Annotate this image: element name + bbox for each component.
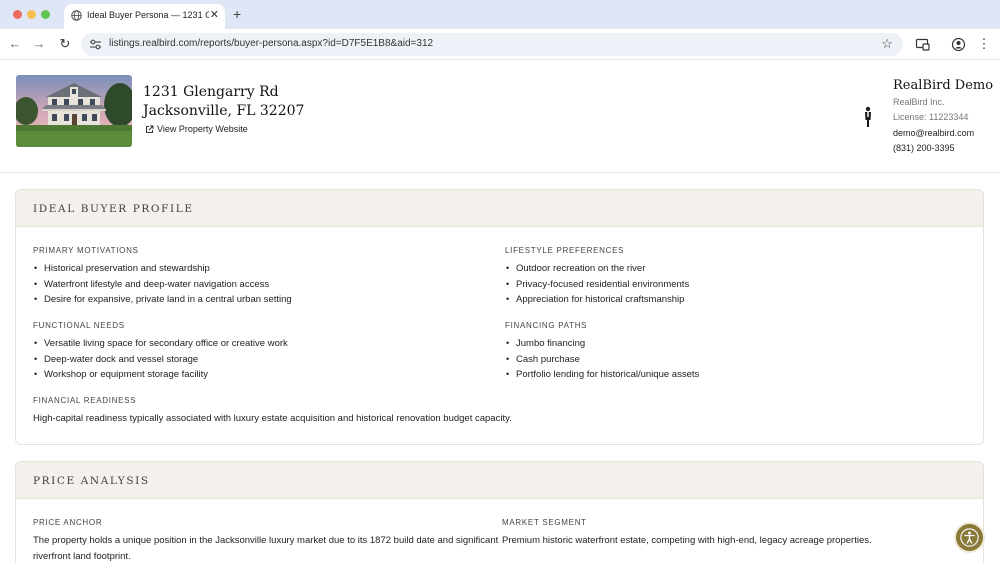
view-property-website-label[interactable]: View Property Website — [157, 124, 248, 134]
external-link-icon — [146, 125, 154, 133]
browser-menu-icon[interactable]: ⋮ — [976, 36, 992, 52]
property-address-line1: 1231 Glengarry Rd — [143, 84, 279, 100]
property-address-line2: Jacksonville, FL 32207 — [143, 103, 305, 119]
section-title: PRICE ANALYSIS — [33, 475, 150, 487]
financial-readiness-text: High-capital readiness typically associa… — [33, 413, 512, 424]
globe-icon — [71, 10, 82, 21]
ideal-buyer-profile-section: IDEAL BUYER PROFILE PRIMARY MOTIVATIONS … — [15, 189, 984, 445]
property-photo — [16, 75, 132, 147]
browser-tab-bar: Ideal Buyer Persona — 1231 G ✕ + — [0, 0, 1000, 29]
list-item: Appreciation for historical craftsmanshi… — [505, 292, 689, 308]
financial-readiness-label: FINANCIAL READINESS — [33, 396, 137, 405]
list-item: Waterfront lifestyle and deep-water navi… — [33, 277, 292, 293]
price-analysis-section: PRICE ANALYSIS PRICE ANCHOR The property… — [15, 461, 984, 563]
bookmark-star-icon[interactable]: ☆ — [881, 36, 893, 52]
close-window-button[interactable] — [13, 10, 22, 19]
list-item: Deep-water dock and vessel storage — [33, 352, 288, 368]
price-anchor-text: The property holds a unique position in … — [33, 535, 499, 562]
lifestyle-preferences-list: Outdoor recreation on the river Privacy-… — [505, 261, 689, 308]
list-item: Portfolio lending for historical/unique … — [505, 367, 699, 383]
list-item: Historical preservation and stewardship — [33, 261, 292, 277]
functional-needs-list: Versatile living space for secondary off… — [33, 336, 288, 383]
minimize-window-button[interactable] — [27, 10, 36, 19]
section-header: IDEAL BUYER PROFILE — [16, 190, 983, 227]
list-item: Cash purchase — [505, 352, 699, 368]
market-segment-text: Premium historic waterfront estate, comp… — [502, 535, 872, 546]
financing-paths-label: FINANCING PATHS — [505, 321, 588, 330]
primary-motivations-list: Historical preservation and stewardship … — [33, 261, 292, 308]
browser-tab-active[interactable]: Ideal Buyer Persona — 1231 G ✕ — [64, 4, 225, 29]
agent-name: RealBird Demo — [893, 78, 994, 93]
new-tab-button[interactable]: + — [233, 5, 241, 23]
accessibility-icon — [960, 528, 979, 547]
agent-email[interactable]: demo@realbird.com — [893, 128, 974, 138]
agent-license: License: 11223344 — [893, 112, 969, 122]
agent-photo — [865, 106, 871, 127]
reload-button[interactable]: ↻ — [57, 36, 73, 52]
header-divider — [0, 172, 1000, 173]
back-button[interactable]: ← — [7, 36, 23, 52]
maximize-window-button[interactable] — [41, 10, 50, 19]
agent-phone[interactable]: (831) 200-3395 — [893, 143, 955, 153]
agent-company: RealBird Inc. — [893, 97, 945, 107]
list-item: Privacy-focused residential environments — [505, 277, 689, 293]
financing-paths-list: Jumbo financing Cash purchase Portfolio … — [505, 336, 699, 383]
price-anchor-label: PRICE ANCHOR — [33, 518, 103, 527]
view-property-website-link[interactable]: View Property Website — [145, 124, 248, 134]
market-segment-label: MARKET SEGMENT — [502, 518, 587, 527]
primary-motivations-label: PRIMARY MOTIVATIONS — [33, 246, 139, 255]
site-settings-icon[interactable] — [89, 38, 102, 51]
browser-toolbar: ← → ↻ listings.realbird.com/reports/buye… — [0, 29, 1000, 60]
cast-icon[interactable] — [915, 37, 930, 52]
tab-title: Ideal Buyer Persona — 1231 G — [87, 10, 209, 20]
forward-button[interactable]: → — [31, 36, 47, 52]
tab-close-icon[interactable]: ✕ — [210, 8, 219, 22]
functional-needs-label: FUNCTIONAL NEEDS — [33, 321, 125, 330]
address-bar[interactable]: listings.realbird.com/reports/buyer-pers… — [81, 33, 903, 56]
list-item: Workshop or equipment storage facility — [33, 367, 288, 383]
list-item: Versatile living space for secondary off… — [33, 336, 288, 352]
list-item: Desire for expansive, private land in a … — [33, 292, 292, 308]
profile-avatar-icon[interactable] — [951, 37, 966, 52]
section-title: IDEAL BUYER PROFILE — [33, 203, 194, 215]
accessibility-button[interactable] — [954, 522, 985, 553]
url-text[interactable]: listings.realbird.com/reports/buyer-pers… — [109, 38, 433, 49]
list-item: Jumbo financing — [505, 336, 699, 352]
lifestyle-preferences-label: LIFESTYLE PREFERENCES — [505, 246, 625, 255]
list-item: Outdoor recreation on the river — [505, 261, 689, 277]
section-header: PRICE ANALYSIS — [16, 462, 983, 499]
